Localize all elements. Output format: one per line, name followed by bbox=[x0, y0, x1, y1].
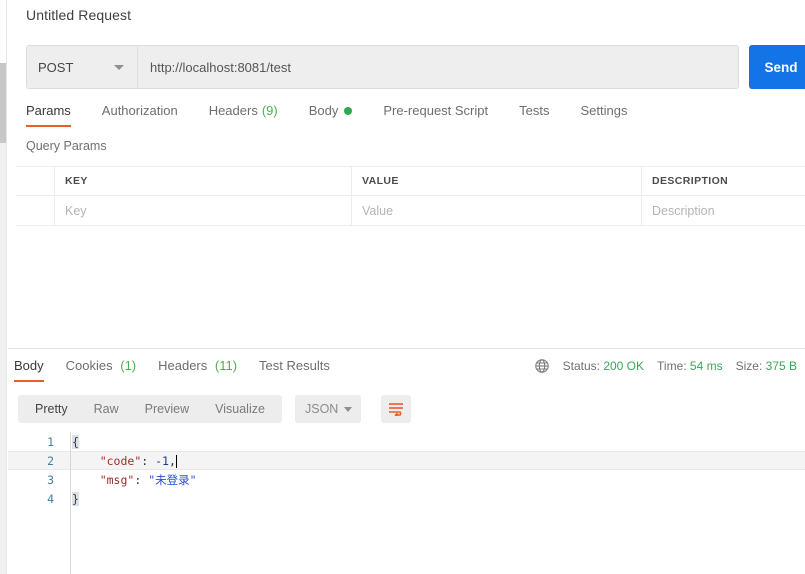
code-token-key: "msg" bbox=[99, 472, 135, 487]
code-token-key: "code" bbox=[99, 453, 142, 468]
left-strip bbox=[0, 0, 7, 574]
pane-splitter[interactable] bbox=[8, 348, 805, 349]
key-input[interactable]: Key bbox=[55, 196, 352, 225]
response-tab-cookies-count: (1) bbox=[120, 358, 137, 373]
language-label: JSON bbox=[305, 402, 339, 416]
tab-settings[interactable]: Settings bbox=[580, 103, 627, 127]
tab-pre-request-script-label: Pre-request Script bbox=[383, 103, 489, 118]
tab-body[interactable]: Body bbox=[309, 103, 353, 127]
code-token: : bbox=[134, 472, 149, 487]
time-value: 54 ms bbox=[689, 359, 723, 373]
size-label: Size: bbox=[735, 359, 763, 373]
table-header-row: KEY VALUE DESCRIPTION bbox=[16, 167, 805, 195]
code-line-3: 3 "msg": "未登录" bbox=[8, 470, 197, 489]
page-title: Untitled Request bbox=[26, 7, 132, 23]
response-view-toggle: Pretty Raw Preview Visualize bbox=[18, 395, 282, 423]
tab-body-label: Body bbox=[308, 103, 339, 118]
http-method-label: POST bbox=[38, 59, 74, 75]
tab-authorization[interactable]: Authorization bbox=[102, 103, 178, 127]
code-token-number: -1 bbox=[155, 453, 169, 468]
chevron-down-icon bbox=[114, 65, 124, 70]
line-number: 1 bbox=[47, 434, 54, 449]
table-row[interactable]: Key Value Description bbox=[16, 195, 805, 225]
status-label: Status: bbox=[562, 359, 600, 373]
size-value: 375 B bbox=[765, 359, 797, 373]
globe-icon[interactable] bbox=[534, 358, 550, 374]
response-tab-cookies-label: Cookies bbox=[65, 358, 113, 373]
response-tab-headers-count: (11) bbox=[214, 358, 238, 373]
query-params-title: Query Params bbox=[26, 139, 107, 153]
column-header-value: VALUE bbox=[352, 167, 642, 195]
code-token: , bbox=[168, 453, 176, 468]
code-line-content: "msg": "未登录" bbox=[60, 472, 197, 488]
wrap-lines-button[interactable] bbox=[381, 395, 411, 423]
postman-window: Untitled Request POST http://localhost:8… bbox=[0, 0, 805, 574]
code-token: } bbox=[72, 491, 79, 506]
column-header-key: KEY bbox=[55, 167, 352, 195]
tab-pre-request-script[interactable]: Pre-request Script bbox=[383, 103, 488, 127]
url-input[interactable]: http://localhost:8081/test bbox=[138, 46, 738, 88]
view-preview-button[interactable]: Preview bbox=[132, 395, 202, 423]
language-dropdown[interactable]: JSON bbox=[295, 395, 361, 423]
response-tab-test-results[interactable]: Test Results bbox=[259, 358, 330, 382]
code-line-4: 4 } bbox=[8, 489, 79, 508]
request-tabs: Params Authorization Headers (9) Body Pr… bbox=[26, 103, 658, 130]
value-input[interactable]: Value bbox=[352, 196, 642, 225]
time-badge: Time: 54 ms bbox=[657, 359, 723, 373]
url-bar: POST http://localhost:8081/test bbox=[26, 45, 739, 89]
response-tab-body[interactable]: Body bbox=[14, 358, 44, 382]
view-raw-button[interactable]: Raw bbox=[81, 395, 132, 423]
size-badge: Size: 375 B bbox=[736, 359, 797, 373]
response-meta: Status: 200 OK Time: 54 ms Size: 375 B bbox=[521, 358, 797, 374]
tab-tests[interactable]: Tests bbox=[519, 103, 549, 127]
tab-params[interactable]: Params bbox=[26, 103, 71, 127]
line-number: 3 bbox=[47, 472, 54, 487]
http-method-dropdown[interactable]: POST bbox=[27, 46, 138, 88]
view-visualize-button[interactable]: Visualize bbox=[202, 395, 278, 423]
chevron-down-icon bbox=[344, 407, 352, 412]
line-number: 2 bbox=[47, 453, 54, 468]
status-value: 200 OK bbox=[603, 359, 645, 373]
tab-headers-label: Headers bbox=[208, 103, 258, 118]
row-checkbox-cell[interactable] bbox=[16, 196, 55, 225]
response-tab-cookies[interactable]: Cookies (1) bbox=[66, 358, 136, 382]
response-tab-headers[interactable]: Headers (11) bbox=[158, 358, 237, 382]
response-tab-test-results-label: Test Results bbox=[259, 358, 330, 373]
status-badge: Status: 200 OK bbox=[563, 359, 644, 373]
tab-headers-count: (9) bbox=[261, 103, 278, 118]
response-tabs: Body Cookies (1) Headers (11) Test Resul… bbox=[14, 358, 352, 384]
response-tab-headers-label: Headers bbox=[158, 358, 208, 373]
code-token-string: "未登录" bbox=[148, 472, 197, 487]
code-line-content: { bbox=[60, 434, 79, 449]
globe-icon-svg bbox=[534, 359, 549, 373]
code-token: : bbox=[141, 453, 156, 468]
code-line-1: 1 { bbox=[8, 432, 79, 451]
vertical-scrollbar-thumb[interactable] bbox=[0, 63, 6, 143]
line-number: 4 bbox=[47, 491, 54, 506]
tab-tests-label: Tests bbox=[519, 103, 550, 118]
text-cursor bbox=[175, 454, 177, 468]
wrap-lines-icon bbox=[389, 403, 403, 416]
response-body-viewer[interactable]: 1 { 2 "code": -1, 3 "msg": "未登录" 4 } bbox=[8, 432, 805, 574]
view-pretty-button[interactable]: Pretty bbox=[22, 395, 81, 423]
description-input[interactable]: Description bbox=[642, 196, 805, 225]
code-line-2: 2 "code": -1, bbox=[8, 451, 177, 470]
code-line-content: "code": -1, bbox=[60, 454, 177, 468]
column-header-description: DESCRIPTION bbox=[652, 175, 729, 187]
code-token: { bbox=[72, 434, 79, 449]
tab-authorization-label: Authorization bbox=[101, 103, 178, 118]
params-empty-area bbox=[16, 226, 805, 348]
column-header-select bbox=[16, 167, 55, 195]
time-label: Time: bbox=[657, 359, 687, 373]
query-params-table: KEY VALUE DESCRIPTION Key Value Descript… bbox=[16, 166, 805, 226]
tab-params-label: Params bbox=[26, 103, 71, 118]
code-line-content: } bbox=[60, 491, 79, 506]
send-button[interactable]: Send bbox=[749, 45, 805, 89]
tab-settings-label: Settings bbox=[580, 103, 628, 118]
response-tab-body-label: Body bbox=[14, 358, 44, 373]
body-present-dot-icon bbox=[344, 106, 353, 115]
tab-headers[interactable]: Headers (9) bbox=[209, 103, 278, 127]
